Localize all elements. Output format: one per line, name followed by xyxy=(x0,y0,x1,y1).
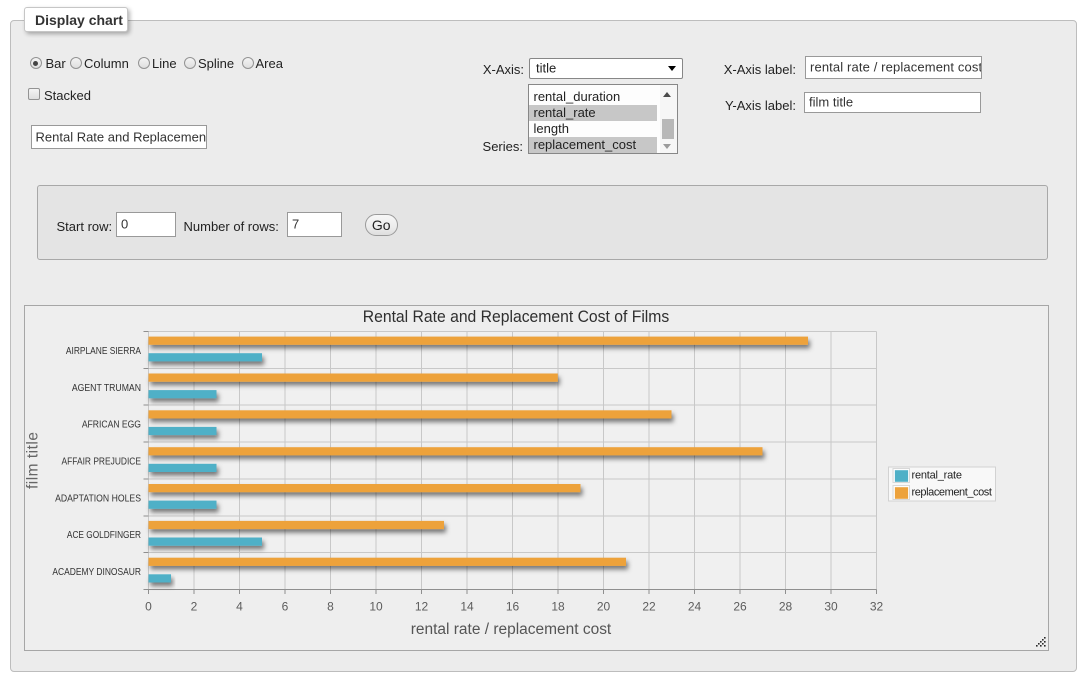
svg-text:6: 6 xyxy=(281,600,288,614)
svg-text:16: 16 xyxy=(505,600,519,614)
svg-text:10: 10 xyxy=(369,600,383,614)
svg-text:28: 28 xyxy=(778,600,792,614)
svg-text:22: 22 xyxy=(642,600,656,614)
svg-text:replacement_cost: replacement_cost xyxy=(911,487,991,499)
svg-text:rental_rate: rental_rate xyxy=(911,470,962,482)
svg-text:32: 32 xyxy=(869,600,883,614)
svg-text:4: 4 xyxy=(236,600,243,614)
svg-text:12: 12 xyxy=(414,600,428,614)
svg-text:8: 8 xyxy=(327,600,334,614)
svg-text:Rental Rate and Replacement Co: Rental Rate and Replacement Cost of Film… xyxy=(362,307,669,326)
svg-text:ACE GOLDFINGER: ACE GOLDFINGER xyxy=(66,529,140,540)
svg-text:14: 14 xyxy=(460,600,474,614)
svg-text:AFRICAN EGG: AFRICAN EGG xyxy=(81,419,140,430)
svg-text:rental rate / replacement cost: rental rate / replacement cost xyxy=(410,621,611,638)
svg-text:ADAPTATION HOLES: ADAPTATION HOLES xyxy=(55,493,141,504)
svg-text:30: 30 xyxy=(824,600,838,614)
svg-text:0: 0 xyxy=(145,600,152,614)
svg-text:film title: film title xyxy=(25,432,42,489)
svg-text:AIRPLANE SIERRA: AIRPLANE SIERRA xyxy=(65,345,141,356)
svg-text:2: 2 xyxy=(190,600,197,614)
svg-text:AGENT TRUMAN: AGENT TRUMAN xyxy=(71,382,140,393)
svg-text:24: 24 xyxy=(687,600,701,614)
svg-text:ACADEMY DINOSAUR: ACADEMY DINOSAUR xyxy=(52,566,141,577)
svg-text:18: 18 xyxy=(551,600,565,614)
svg-text:20: 20 xyxy=(596,600,610,614)
svg-text:26: 26 xyxy=(733,600,747,614)
svg-text:AFFAIR PREJUDICE: AFFAIR PREJUDICE xyxy=(61,456,140,467)
